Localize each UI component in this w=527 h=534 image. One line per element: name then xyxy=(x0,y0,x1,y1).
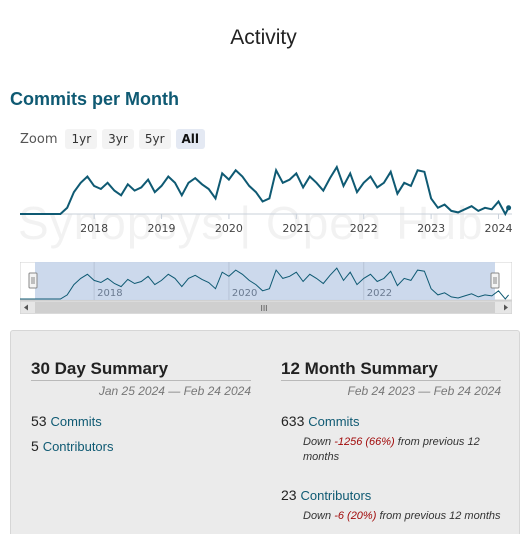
zoom-bar: Zoom 1yr 3yr 5yr All xyxy=(20,129,206,149)
navigator-tick-label: 2020 xyxy=(232,288,257,299)
zoom-all-button[interactable]: All xyxy=(175,129,206,149)
contributors-link[interactable]: Contributors xyxy=(300,488,371,503)
summary-panel: 30 Day Summary Jan 25 2024 — Feb 24 2024… xyxy=(10,330,520,534)
x-tick-label: 2024 xyxy=(485,222,512,235)
stat-30-commits: 53 Commits xyxy=(31,413,251,429)
summary-12-month: 12 Month Summary Feb 24 2023 — Feb 24 20… xyxy=(281,359,501,524)
page-title: Activity xyxy=(230,26,297,49)
x-tick-label: 2023 xyxy=(417,222,445,235)
series-line xyxy=(20,164,510,217)
zoom-5yr-button[interactable]: 5yr xyxy=(138,129,171,149)
summary-12-heading: 12 Month Summary xyxy=(281,359,501,381)
contributors-count: 23 xyxy=(281,487,297,503)
navigator-left-handle[interactable] xyxy=(28,272,38,289)
navigator-right-handle[interactable] xyxy=(490,272,500,289)
stat-30-contributors: 5 Contributors xyxy=(31,438,251,454)
last-point-marker xyxy=(506,205,512,211)
scrollbar-grip-icon: III xyxy=(260,304,267,313)
change-prefix: Down xyxy=(303,510,332,522)
commits-link[interactable]: Commits xyxy=(50,414,101,429)
change-suffix: from previous 12 months xyxy=(379,510,501,522)
summary-30-day: 30 Day Summary Jan 25 2024 — Feb 24 2024… xyxy=(31,359,251,454)
navigator-tick-label: 2018 xyxy=(97,288,122,299)
contributors-change: Down -6 (20%) from previous 12 months xyxy=(303,509,501,524)
zoom-3yr-button[interactable]: 3yr xyxy=(102,129,134,149)
x-tick-label: 2021 xyxy=(282,222,310,235)
x-tick-label: 2018 xyxy=(80,222,108,235)
summary-12-dates: Feb 24 2023 — Feb 24 2024 xyxy=(347,384,501,398)
navigator-tick-label: 2022 xyxy=(367,288,392,299)
commits-chart: 2018 2019 2020 2021 2022 2023 2024 xyxy=(20,164,512,235)
navigator[interactable]: 2018 2020 2022 III xyxy=(20,262,512,314)
x-tick-label: 2020 xyxy=(215,222,243,235)
summary-30-dates: Jan 25 2024 — Feb 24 2024 xyxy=(98,384,251,398)
commits-count: 633 xyxy=(281,413,305,429)
change-value: -1256 (66%) xyxy=(334,436,395,448)
commits-count: 53 xyxy=(31,413,47,429)
contributors-link[interactable]: Contributors xyxy=(43,439,114,454)
summary-30-heading: 30 Day Summary xyxy=(31,359,251,381)
section-title: Commits per Month xyxy=(10,89,179,109)
commits-link[interactable]: Commits xyxy=(308,414,359,429)
contributors-count: 5 xyxy=(31,438,39,454)
x-tick-label: 2019 xyxy=(148,222,176,235)
zoom-label: Zoom xyxy=(20,131,58,147)
change-value: -6 (20%) xyxy=(334,510,377,522)
commits-change: Down -1256 (66%) from previous 12 months xyxy=(303,435,501,465)
change-prefix: Down xyxy=(303,436,332,448)
stat-12-contributors: 23 Contributors xyxy=(281,487,501,503)
zoom-1yr-button[interactable]: 1yr xyxy=(65,129,98,149)
stat-12-commits: 633 Commits xyxy=(281,413,501,429)
x-tick-label: 2022 xyxy=(350,222,378,235)
